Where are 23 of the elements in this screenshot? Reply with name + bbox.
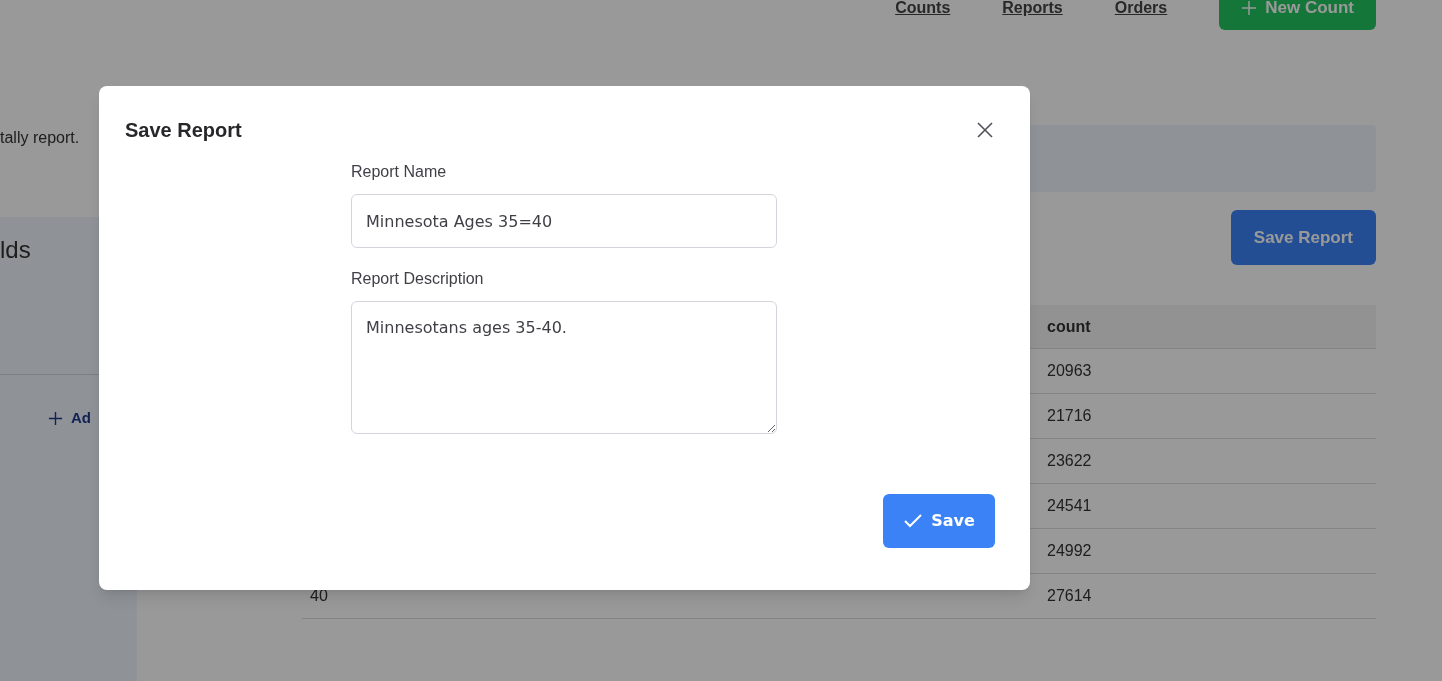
report-description-field[interactable]: Minnesotans ages 35-40. bbox=[351, 301, 777, 434]
nav-link[interactable]: Orders bbox=[1114, 0, 1168, 20]
save-report-button[interactable]: Save Report bbox=[1230, 210, 1376, 265]
plus-icon bbox=[48, 410, 63, 426]
field-label: Report Name bbox=[351, 162, 448, 182]
field-label: Report Description bbox=[351, 269, 485, 289]
add-field-button[interactable]: Ad bbox=[48, 407, 137, 430]
plus-icon bbox=[1241, 0, 1258, 16]
dialog-title: Save Report bbox=[125, 118, 242, 143]
close-button[interactable] bbox=[975, 120, 995, 140]
table-cell-text: 24992 bbox=[1046, 541, 1092, 561]
table-cell-text: 20963 bbox=[1046, 361, 1092, 381]
table-cell-text: 24541 bbox=[1046, 496, 1092, 516]
table-cell-text: 27614 bbox=[1046, 586, 1092, 606]
table-cell-text: 23622 bbox=[1046, 451, 1092, 471]
column-header: count bbox=[1046, 316, 1092, 337]
save-button[interactable]: Save bbox=[883, 494, 995, 548]
report-name-field[interactable]: Minnesota Ages 35=40 bbox=[351, 194, 777, 248]
nav-link[interactable]: Counts bbox=[895, 0, 951, 20]
sidebar-heading: lds bbox=[0, 235, 32, 265]
nav-link[interactable]: Reports bbox=[1002, 0, 1063, 20]
table-cell-text: 21716 bbox=[1046, 406, 1092, 426]
intro-text: tally report. bbox=[0, 128, 80, 148]
